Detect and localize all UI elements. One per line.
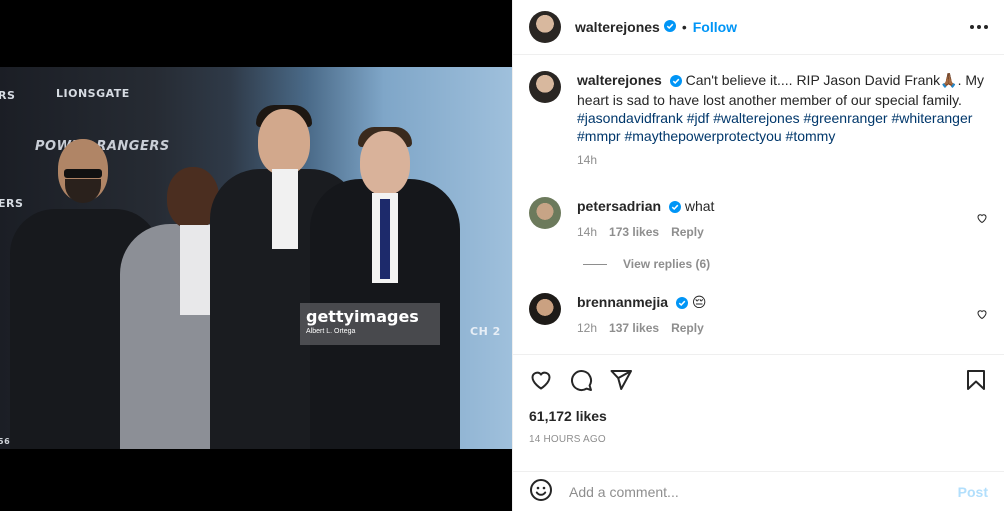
avatar[interactable] — [529, 71, 561, 103]
emoji-smiley-icon[interactable] — [529, 478, 553, 505]
watermark-logo: gettyimages — [306, 307, 419, 326]
hashtag-link[interactable]: #greenranger — [804, 110, 888, 126]
verified-badge-icon — [668, 199, 681, 217]
post-sidebar: walterejones • Follow walterejones Can't… — [512, 0, 1004, 511]
verified-badge-icon — [675, 295, 688, 313]
replies-line — [583, 263, 607, 265]
photo-credit: Albert L. Ortega — [306, 328, 356, 335]
getty-watermark: gettyimages Albert L. Ortega — [300, 303, 440, 345]
hashtag-link[interactable]: #jasondavidfrank — [577, 110, 683, 126]
person-figure — [310, 127, 460, 449]
backdrop-lionsgate-text: LIONSGATE — [56, 87, 130, 100]
comment-likes[interactable]: 137 likes — [609, 321, 659, 335]
verified-badge-icon — [663, 19, 676, 35]
post-photo[interactable]: LIONSGATE POWER RANGERS RS ERS 565608796… — [0, 67, 512, 449]
view-replies-button[interactable]: View replies (6) — [583, 257, 988, 271]
comment-username[interactable]: brennanmejia — [577, 294, 668, 310]
post-comment-button[interactable]: Post — [958, 484, 988, 500]
post-media: LIONSGATE POWER RANGERS RS ERS 565608796… — [0, 0, 512, 511]
more-options-icon[interactable] — [970, 25, 988, 29]
hashtag-link[interactable]: #maythepowerprotectyou — [624, 128, 781, 144]
comment-like-heart-icon[interactable] — [976, 307, 988, 323]
avatar[interactable] — [529, 11, 561, 43]
post-actions: 61,172 likes 14 HOURS AGO — [513, 354, 1004, 445]
dot-separator: • — [681, 19, 687, 35]
post-dialog: LIONSGATE POWER RANGERS RS ERS 565608796… — [0, 0, 1004, 511]
like-heart-icon[interactable] — [529, 368, 553, 395]
comment-text: what — [684, 198, 715, 214]
hashtag-link[interactable]: #whiteranger — [891, 110, 972, 126]
author-username[interactable]: walterejones — [575, 19, 660, 35]
avatar[interactable] — [529, 197, 561, 229]
comment-text: 😔 — [691, 294, 707, 310]
hashtag-link[interactable]: #jdf — [687, 110, 710, 126]
comments-list[interactable]: walterejones Can't believe it.... RIP Ja… — [513, 55, 1004, 353]
reply-button[interactable]: Reply — [671, 321, 704, 335]
likes-count[interactable]: 61,172 likes — [529, 408, 988, 424]
caption-username[interactable]: walterejones — [577, 72, 662, 88]
share-paper-plane-icon[interactable] — [609, 368, 633, 395]
save-bookmark-icon[interactable] — [964, 368, 988, 395]
caption: walterejones Can't believe it.... RIP Ja… — [529, 71, 988, 167]
comment-username[interactable]: petersadrian — [577, 198, 661, 214]
comment-timestamp[interactable]: 14h — [577, 225, 597, 239]
hashtag-link[interactable]: #walterejones — [713, 110, 799, 126]
caption-timestamp[interactable]: 14h — [577, 153, 987, 167]
comment-item: brennanmejia 😔 12h 137 likes Reply — [529, 293, 988, 335]
post-header: walterejones • Follow — [513, 0, 1004, 55]
backdrop-text: RS — [0, 89, 16, 102]
follow-button[interactable]: Follow — [693, 19, 737, 35]
backdrop-text: CH 2 — [470, 325, 501, 338]
caption-text: walterejones Can't believe it.... RIP Ja… — [577, 71, 987, 145]
add-comment-bar: Post — [513, 471, 1004, 511]
post-time-ago[interactable]: 14 HOURS AGO — [529, 434, 988, 445]
verified-badge-icon — [669, 73, 682, 91]
view-replies-label: View replies (6) — [623, 257, 711, 271]
hashtag-link[interactable]: #tommy — [786, 128, 836, 144]
avatar[interactable] — [529, 293, 561, 325]
comment-input[interactable] — [569, 483, 942, 500]
comment-timestamp[interactable]: 12h — [577, 321, 597, 335]
hashtag-link[interactable]: #mmpr — [577, 128, 621, 144]
comment-item: petersadrian what 14h 173 likes Reply — [529, 197, 988, 239]
comment-bubble-icon[interactable] — [569, 368, 593, 395]
comment-like-heart-icon[interactable] — [976, 211, 988, 227]
reply-button[interactable]: Reply — [671, 225, 704, 239]
comment-likes[interactable]: 173 likes — [609, 225, 659, 239]
